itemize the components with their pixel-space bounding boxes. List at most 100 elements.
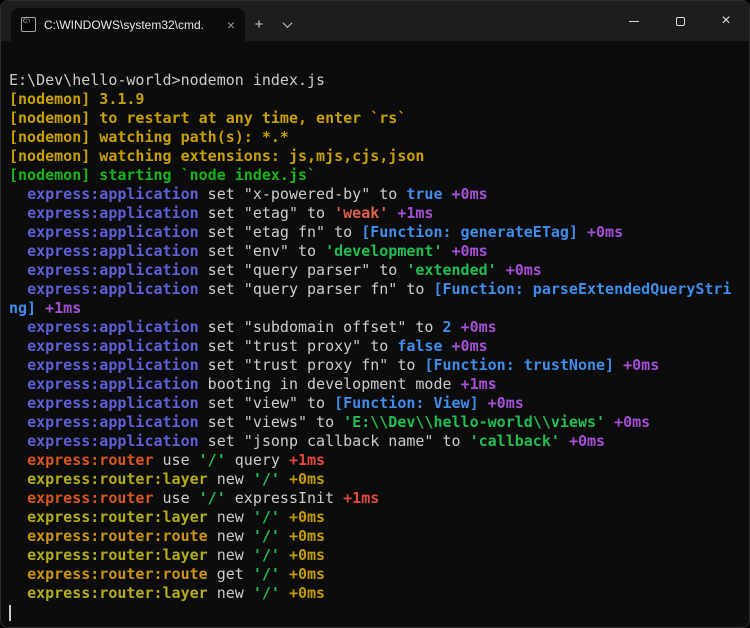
terminal-text-segment: 'E:\\Dev\\hello-world\\views' <box>343 413 606 431</box>
terminal-line: express:router:layer new '/' +0ms <box>9 546 741 565</box>
terminal-text-segment: new <box>207 584 253 602</box>
terminal-text-segment: '/' <box>252 546 280 564</box>
terminal-text-segment: express:application <box>27 337 199 355</box>
terminal-text-segment: set "etag" to <box>198 204 335 222</box>
terminal-text-segment: +0ms <box>451 242 488 260</box>
terminal-line: express:router:layer new '/' +0ms <box>9 584 741 603</box>
window-controls: × <box>611 1 749 41</box>
terminal-text-segment: [nodemon] watching path(s): *.* <box>9 128 289 146</box>
terminal-text-segment: set "etag fn" to <box>198 223 362 241</box>
terminal-text-segment: express:application <box>27 280 199 298</box>
terminal-text-segment: get <box>207 565 253 583</box>
new-tab-button[interactable]: + <box>245 8 273 41</box>
terminal-line: [nodemon] watching path(s): *.* <box>9 128 741 147</box>
terminal-line: express:router use '/' query +1ms <box>9 451 741 470</box>
terminal-window: C:\ C:\WINDOWS\system32\cmd. × + × E:\De… <box>0 0 750 628</box>
tab-dropdown-button[interactable] <box>273 8 301 41</box>
terminal-text-segment: true <box>406 185 443 203</box>
terminal-text-segment: booting in development mode <box>198 375 461 393</box>
terminal-text-segment: [Function: trustNone] <box>424 356 615 374</box>
terminal-text-segment: 'callback' <box>469 432 560 450</box>
terminal-line: express:router:layer new '/' +0ms <box>9 508 741 527</box>
terminal-text-segment: false <box>397 337 443 355</box>
terminal-text-segment: express:router:layer <box>27 584 208 602</box>
terminal-text-segment: 'weak' <box>334 204 389 222</box>
terminal-text-segment: set "views" to <box>198 413 344 431</box>
terminal-text-segment: set "trust proxy" to <box>198 337 398 355</box>
terminal-text-segment: use <box>153 489 199 507</box>
tab-close-button[interactable]: × <box>223 16 239 34</box>
terminal-line: E:\Dev\hello-world>nodemon index.js <box>9 71 741 90</box>
terminal-text-segment: 2 <box>442 318 452 336</box>
terminal-line: express:application set "views" to 'E:\\… <box>9 413 741 432</box>
terminal-line: express:application set "query parser fn… <box>9 280 741 299</box>
terminal-text-segment: express:application <box>27 223 199 241</box>
maximize-button[interactable] <box>657 1 703 41</box>
terminal-text-segment: express:router:layer <box>27 470 208 488</box>
terminal-text-segment: +0ms <box>288 527 326 545</box>
terminal-text-segment: [nodemon] starting `node index.js` <box>9 166 317 184</box>
close-button[interactable]: × <box>703 1 749 41</box>
terminal-text-segment: +1ms <box>397 204 434 222</box>
terminal-text-segment: E:\Dev\hello-world>nodemon index.js <box>9 71 326 89</box>
terminal-text-segment: +0ms <box>288 565 326 583</box>
terminal-text-segment: +1ms <box>45 299 82 317</box>
terminal-line: [nodemon] 3.1.9 <box>9 90 741 109</box>
terminal-line: express:application set "env" to 'develo… <box>9 242 741 261</box>
terminal-text-segment: +0ms <box>451 337 488 355</box>
terminal-text-segment: express:application <box>27 375 199 393</box>
terminal-text-segment: +0ms <box>460 318 497 336</box>
terminal-text-segment: express:router:layer <box>27 546 208 564</box>
terminal-text-segment: express:application <box>27 185 199 203</box>
terminal-text-segment: express:application <box>27 242 199 260</box>
terminal-text-segment: set "view" to <box>198 394 335 412</box>
terminal-text-segment: set "trust proxy fn" to <box>198 356 425 374</box>
terminal-text-segment: [Function: View] <box>334 394 479 412</box>
terminal-text-segment: new <box>207 470 253 488</box>
terminal-text-segment: '/' <box>252 584 280 602</box>
terminal-line: express:application set "query parser" t… <box>9 261 741 280</box>
terminal-text-segment: +1ms <box>288 451 326 469</box>
terminal-text-segment: new <box>207 546 253 564</box>
terminal-line: express:application set "subdomain offse… <box>9 318 741 337</box>
terminal-line: [nodemon] watching extensions: js,mjs,cj… <box>9 147 741 166</box>
terminal-text-segment: set "jsonp callback name" to <box>198 432 470 450</box>
terminal-line: express:application set "trust proxy fn"… <box>9 356 741 375</box>
terminal-line: express:application set "etag fn" to [Fu… <box>9 223 741 242</box>
minimize-icon <box>629 20 639 22</box>
terminal-tab[interactable]: C:\ C:\WINDOWS\system32\cmd. × <box>11 8 245 41</box>
terminal-text-segment: +0ms <box>288 508 326 526</box>
terminal-text-segment: [nodemon] to restart at any time, enter … <box>9 109 407 127</box>
terminal-line: ng] +1ms <box>9 299 741 318</box>
terminal-text-segment: +0ms <box>288 584 326 602</box>
terminal-content[interactable]: E:\Dev\hello-world>nodemon index.js [node… <box>1 41 749 627</box>
terminal-text-segment: ng] <box>9 299 37 317</box>
minimize-button[interactable] <box>611 1 657 41</box>
terminal-line: express:application set "view" to [Funct… <box>9 394 741 413</box>
terminal-text-segment: +0ms <box>587 223 624 241</box>
terminal-text-segment: use <box>153 451 199 469</box>
terminal-text-segment: +0ms <box>288 546 326 564</box>
terminal-text-segment: [Function: parseExtendedQueryStri <box>433 280 732 298</box>
